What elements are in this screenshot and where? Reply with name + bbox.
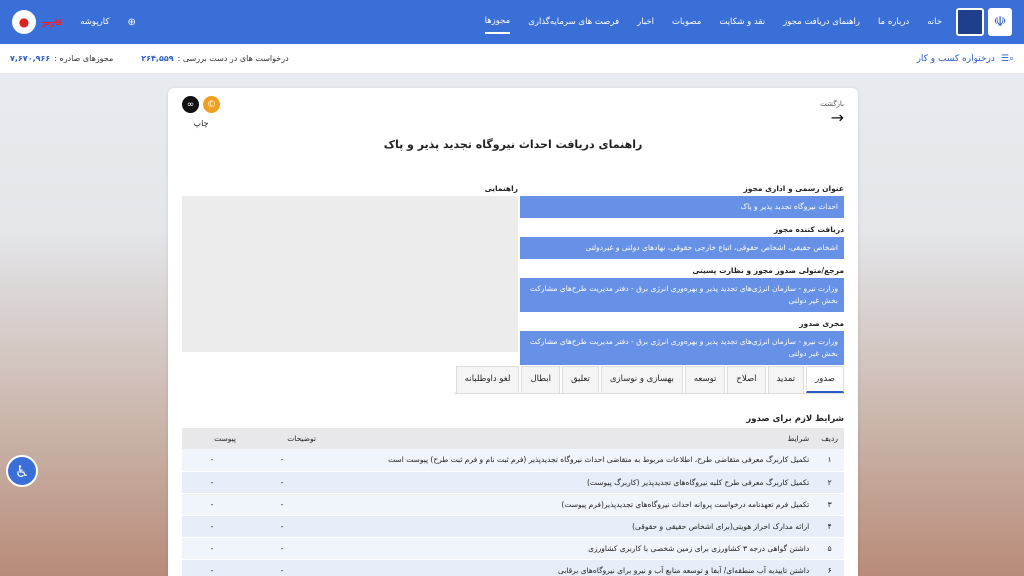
tab-revoke[interactable]: ابطال bbox=[521, 366, 560, 393]
issued-value: ۷,۶۷۰,۹۶۶ bbox=[10, 54, 51, 63]
field-value-authority: وزارت نیرو - سازمان انرژی‌های تجدید پذیر… bbox=[520, 278, 844, 312]
share-icons: ∞ © bbox=[182, 96, 220, 113]
ministry-logo[interactable] bbox=[956, 8, 984, 36]
nav-licenses[interactable]: مجوزها bbox=[484, 10, 511, 34]
row-desc: - bbox=[242, 515, 322, 538]
row-num: ۶ bbox=[815, 559, 844, 576]
license-info: عنوان رسمی و اداری مجوز احداث نیروگاه تج… bbox=[520, 184, 844, 372]
row-num: ۱ bbox=[815, 449, 844, 472]
field-value-executor: وزارت نیرو - سازمان انرژی‌های تجدید پذیر… bbox=[520, 331, 844, 365]
tab-cancel[interactable]: لغو داوطلبانه bbox=[455, 366, 520, 393]
row-condition: تکمیل فرم تعهدنامه درخواست پروانه احداث … bbox=[322, 493, 816, 516]
row-desc: - bbox=[242, 471, 322, 494]
field-value-recipient: اشخاص حقیقی، اشخاص حقوقی، اتباع خارجی حق… bbox=[520, 237, 844, 259]
row-condition: تکمیل کاربرگ معرفی طرح کلیه نیروگاه‌های … bbox=[322, 471, 816, 494]
table-row: ۲ تکمیل کاربرگ معرفی طرح کلیه نیروگاه‌ها… bbox=[182, 471, 844, 494]
row-num: ۵ bbox=[815, 537, 844, 560]
field-label-executor: مجری صدور bbox=[799, 319, 844, 328]
row-num: ۲ bbox=[815, 471, 844, 494]
print-area: ∞ © چاپ bbox=[182, 96, 220, 128]
tab-issue[interactable]: صدور bbox=[806, 366, 844, 393]
row-condition: ارائه مدارک احراز هویتی(برای اشخاص حقیقی… bbox=[322, 515, 816, 538]
tab-renew[interactable]: تمدید bbox=[767, 366, 805, 393]
nav-license-guide[interactable]: راهنمای دریافت مجوز bbox=[783, 11, 860, 33]
row-attachment: - bbox=[182, 537, 242, 560]
logo-area: ☫ bbox=[956, 8, 1012, 36]
accessibility-icon[interactable]: ♿ bbox=[6, 455, 38, 487]
search-list-icon: ⌕☰ bbox=[1000, 53, 1014, 64]
tab-renovate[interactable]: بهسازی و نوسازی bbox=[600, 366, 683, 393]
row-attachment: - bbox=[182, 449, 242, 472]
nav-news[interactable]: اخبار bbox=[637, 11, 654, 33]
license-guide-card: بازگشت → ∞ © چاپ راهنمای دریافت احداث نی… bbox=[168, 88, 858, 576]
guide-panel: راهنمایی bbox=[182, 184, 518, 352]
globe-icon[interactable]: ⊕ bbox=[127, 17, 135, 28]
table-row: ۶ داشتن تاییدیه آب منطقه‌ای/ آبفا و توسع… bbox=[182, 559, 844, 576]
row-desc: - bbox=[242, 537, 322, 560]
row-condition: داشتن تاییدیه آب منطقه‌ای/ آبفا و توسعه … bbox=[322, 559, 816, 576]
row-condition: تکمیل کاربرگ معرفی متقاضی طرح، اطلاعات م… bbox=[322, 449, 816, 472]
link-icon[interactable]: ∞ bbox=[182, 96, 199, 113]
tab-amend[interactable]: اصلاح bbox=[727, 366, 766, 393]
back-label: بازگشت bbox=[820, 100, 844, 108]
row-attachment: - bbox=[182, 515, 242, 538]
field-label-title: عنوان رسمی و اداری مجوز bbox=[743, 184, 844, 193]
row-attachment: - bbox=[182, 559, 242, 576]
pending-stat: درخواست های در دست بررسی :۲۶۴,۵۵۹ bbox=[141, 54, 288, 63]
header-attachment: پیوست bbox=[182, 428, 242, 449]
tab-suspend[interactable]: تعلیق bbox=[561, 366, 599, 393]
guide-box bbox=[182, 196, 518, 352]
table-row: ۱ تکمیل کاربرگ معرفی متقاضی طرح، اطلاعات… bbox=[182, 449, 844, 472]
nav-resolutions[interactable]: مصوبات bbox=[672, 11, 701, 33]
row-condition: داشتن گواهی درجه ۳ کشاورزی برای زمین شخص… bbox=[322, 537, 816, 560]
nav-home[interactable]: خانه bbox=[927, 11, 942, 33]
print-button[interactable]: چاپ bbox=[182, 119, 220, 128]
stats: درخواست های در دست بررسی :۲۶۴,۵۵۹ مجوزها… bbox=[10, 54, 289, 63]
tab-expand[interactable]: توسعه bbox=[684, 366, 726, 393]
issued-stat: مجوزهای صادره :۷,۶۷۰,۹۶۶ bbox=[10, 54, 113, 63]
header-desc: توضیحات bbox=[242, 428, 322, 449]
section-title: شرایط لازم برای صدور bbox=[746, 414, 844, 424]
field-label-authority: مرجع/متولی صدور مجوز و نظارت پسینی bbox=[692, 266, 844, 275]
sub-bar: ⌕☰ درختواره کسب و کار درخواست های در دست… bbox=[0, 44, 1024, 74]
business-tree-link[interactable]: ⌕☰ درختواره کسب و کار bbox=[917, 54, 1014, 64]
pending-value: ۲۶۴,۵۵۹ bbox=[141, 54, 174, 63]
issued-label: مجوزهای صادره : bbox=[54, 54, 114, 63]
nav-complaints[interactable]: نقد و شکایت bbox=[719, 11, 765, 33]
requirements-table: ردیف شرایط توضیحات پیوست ۱ تکمیل کاربرگ … bbox=[182, 428, 844, 576]
nav-about[interactable]: درباره ما bbox=[878, 11, 909, 33]
row-attachment: - bbox=[182, 471, 242, 494]
guide-label: راهنمایی bbox=[484, 184, 518, 193]
nav-left-group: ⊕ کارپوشه کاربر ● bbox=[12, 10, 136, 34]
header-condition: شرایط bbox=[322, 428, 816, 449]
top-navbar: ☫ خانه درباره ما راهنمای دریافت مجوز نقد… bbox=[0, 0, 1024, 44]
back-button[interactable]: بازگشت → bbox=[820, 100, 844, 127]
row-desc: - bbox=[242, 493, 322, 516]
table-row: ۳ تکمیل فرم تعهدنامه درخواست پروانه احدا… bbox=[182, 493, 844, 516]
field-value-title: احداث نیروگاه تجدید پذیر و پاک bbox=[520, 196, 844, 218]
pending-label: درخواست های در دست بررسی : bbox=[177, 54, 289, 63]
workspace-menu[interactable]: کارپوشه bbox=[80, 11, 109, 33]
page-title: راهنمای دریافت احداث نیروگاه تجدید پذیر … bbox=[383, 138, 643, 151]
main-nav: خانه درباره ما راهنمای دریافت مجوز نقد و… bbox=[484, 10, 942, 34]
table-header: ردیف شرایط توضیحات پیوست bbox=[182, 428, 844, 449]
nav-investment[interactable]: فرصت های سرمایه‌گذاری bbox=[528, 11, 619, 33]
iran-emblem-icon: ☫ bbox=[988, 8, 1012, 36]
row-desc: - bbox=[242, 559, 322, 576]
user-name: کاربر bbox=[42, 17, 63, 27]
copy-icon[interactable]: © bbox=[203, 96, 220, 113]
row-attachment: - bbox=[182, 493, 242, 516]
arrow-right-icon: → bbox=[830, 108, 844, 127]
business-tree-label: درختواره کسب و کار bbox=[916, 53, 995, 64]
header-num: ردیف bbox=[815, 428, 844, 449]
row-num: ۳ bbox=[815, 493, 844, 516]
row-desc: - bbox=[242, 449, 322, 472]
avatar[interactable]: ● bbox=[12, 10, 36, 34]
field-label-recipient: دریافت کننده مجوز bbox=[773, 225, 844, 234]
user-menu[interactable]: کاربر ● bbox=[12, 10, 62, 34]
table-row: ۵ داشتن گواهی درجه ۳ کشاورزی برای زمین ش… bbox=[182, 537, 844, 560]
process-tabs: صدور تمدید اصلاح توسعه بهسازی و نوسازی ت… bbox=[453, 366, 844, 394]
row-num: ۴ bbox=[815, 515, 844, 538]
table-row: ۴ ارائه مدارک احراز هویتی(برای اشخاص حقی… bbox=[182, 515, 844, 538]
